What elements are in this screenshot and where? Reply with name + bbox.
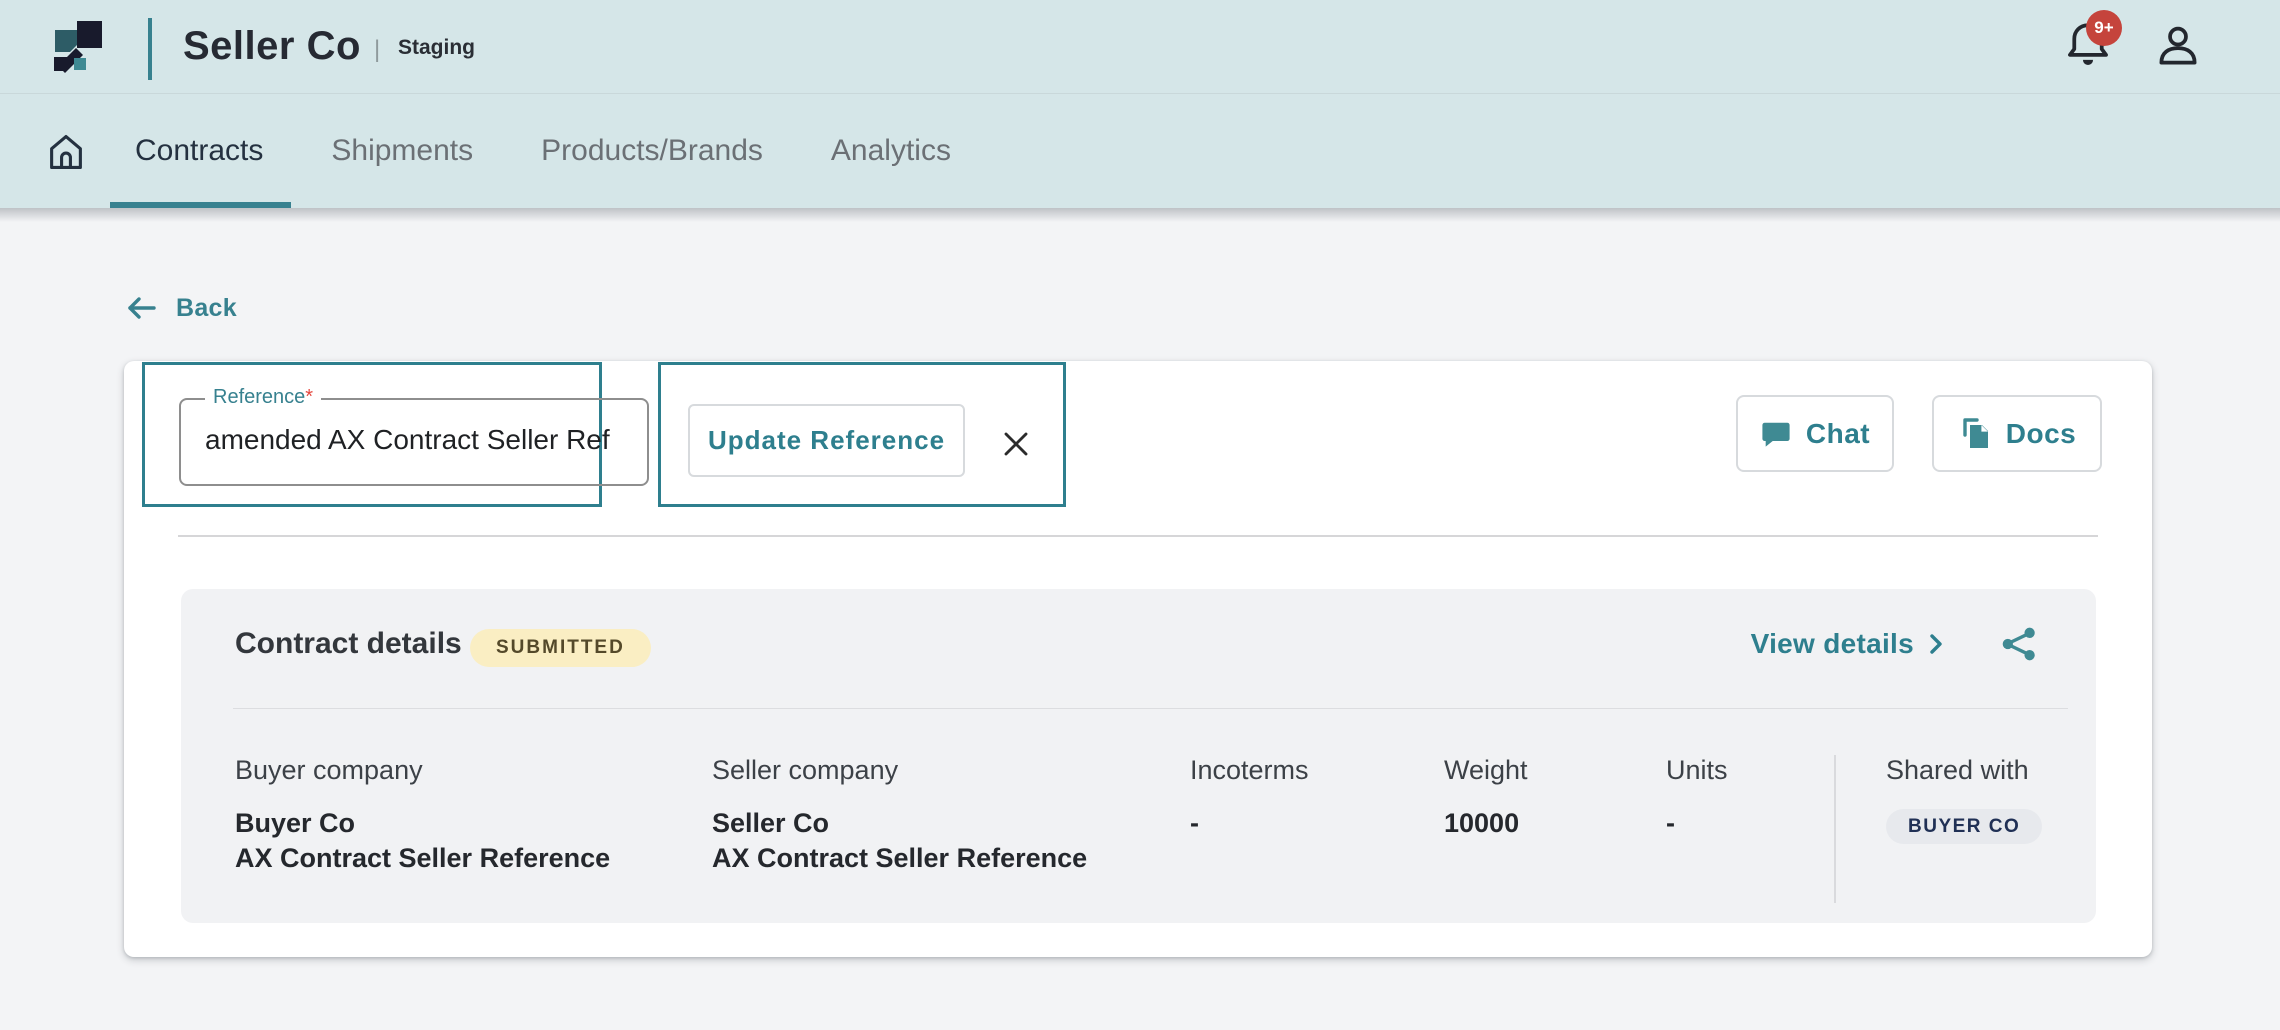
app-title: Seller Co — [183, 24, 361, 69]
seller-reference: AX Contract Seller Reference — [712, 841, 1087, 876]
close-button[interactable] — [992, 421, 1040, 469]
weight-label: Weight — [1444, 755, 1528, 786]
units-label: Units — [1666, 755, 1728, 786]
account-button[interactable] — [2152, 20, 2204, 72]
docs-button[interactable]: Docs — [1932, 395, 2102, 472]
nav-shadow — [0, 208, 2280, 222]
share-button[interactable] — [2000, 625, 2038, 663]
panel-divider — [233, 708, 2068, 709]
close-icon — [996, 424, 1036, 464]
panel-title: Contract details — [235, 627, 462, 661]
home-icon — [46, 131, 86, 173]
back-label: Back — [176, 294, 237, 323]
weight-value: 10000 — [1444, 806, 1519, 841]
card-divider — [178, 535, 2098, 537]
shared-with-chip[interactable]: BUYER CO — [1886, 809, 2042, 844]
status-badge: SUBMITTED — [470, 629, 651, 667]
page: Seller Co | Staging 9+ Contracts Shipmen… — [0, 0, 2280, 1030]
tab-shipments[interactable]: Shipments — [331, 94, 473, 208]
tab-analytics[interactable]: Analytics — [831, 94, 951, 208]
contract-details-panel: Contract details SUBMITTED View details — [181, 589, 2096, 923]
seller-company-value: Seller Co AX Contract Seller Reference — [712, 806, 1087, 876]
environment-label: Staging — [398, 36, 475, 60]
back-link[interactable]: Back — [124, 288, 237, 328]
company-logo-icon — [50, 16, 114, 80]
home-button[interactable] — [46, 131, 86, 173]
tab-contracts[interactable]: Contracts — [135, 94, 263, 208]
incoterms-value: - — [1190, 806, 1199, 841]
chevron-right-icon[interactable] — [1928, 632, 1944, 656]
reference-field: Reference* — [179, 398, 649, 486]
header-divider-bar — [148, 18, 152, 80]
app-header: Seller Co | Staging 9+ — [0, 0, 2280, 94]
buyer-reference: AX Contract Seller Reference — [235, 841, 610, 876]
arrow-left-icon — [124, 294, 158, 322]
tab-products-brands[interactable]: Products/Brands — [541, 94, 763, 208]
docs-label: Docs — [2006, 418, 2076, 450]
buyer-name: Buyer Co — [235, 806, 610, 841]
nav-tabs: Contracts Shipments Products/Brands Anal… — [135, 94, 951, 208]
env-separator: | — [374, 36, 380, 64]
update-reference-button[interactable]: Update Reference — [688, 404, 965, 477]
fields-vertical-divider — [1834, 755, 1836, 903]
shared-with-label: Shared with — [1886, 755, 2029, 786]
chat-button[interactable]: Chat — [1736, 395, 1894, 472]
units-value: - — [1666, 806, 1675, 841]
buyer-company-label: Buyer company — [235, 755, 423, 786]
reference-input[interactable] — [183, 402, 643, 478]
notification-badge: 9+ — [2086, 10, 2122, 46]
notifications-button[interactable]: 9+ — [2062, 18, 2126, 82]
seller-company-label: Seller company — [712, 755, 898, 786]
chat-icon — [1760, 419, 1792, 449]
seller-name: Seller Co — [712, 806, 1087, 841]
person-icon — [2152, 20, 2204, 72]
incoterms-label: Incoterms — [1190, 755, 1309, 786]
view-details-link[interactable]: View details — [1751, 628, 1914, 660]
view-details-row: View details — [1751, 625, 2038, 663]
chat-label: Chat — [1806, 418, 1870, 450]
share-icon — [2000, 625, 2038, 663]
docs-icon — [1958, 417, 1992, 451]
contract-card: Reference* Update Reference Chat Doc — [124, 361, 2152, 957]
buyer-company-value: Buyer Co AX Contract Seller Reference — [235, 806, 610, 876]
